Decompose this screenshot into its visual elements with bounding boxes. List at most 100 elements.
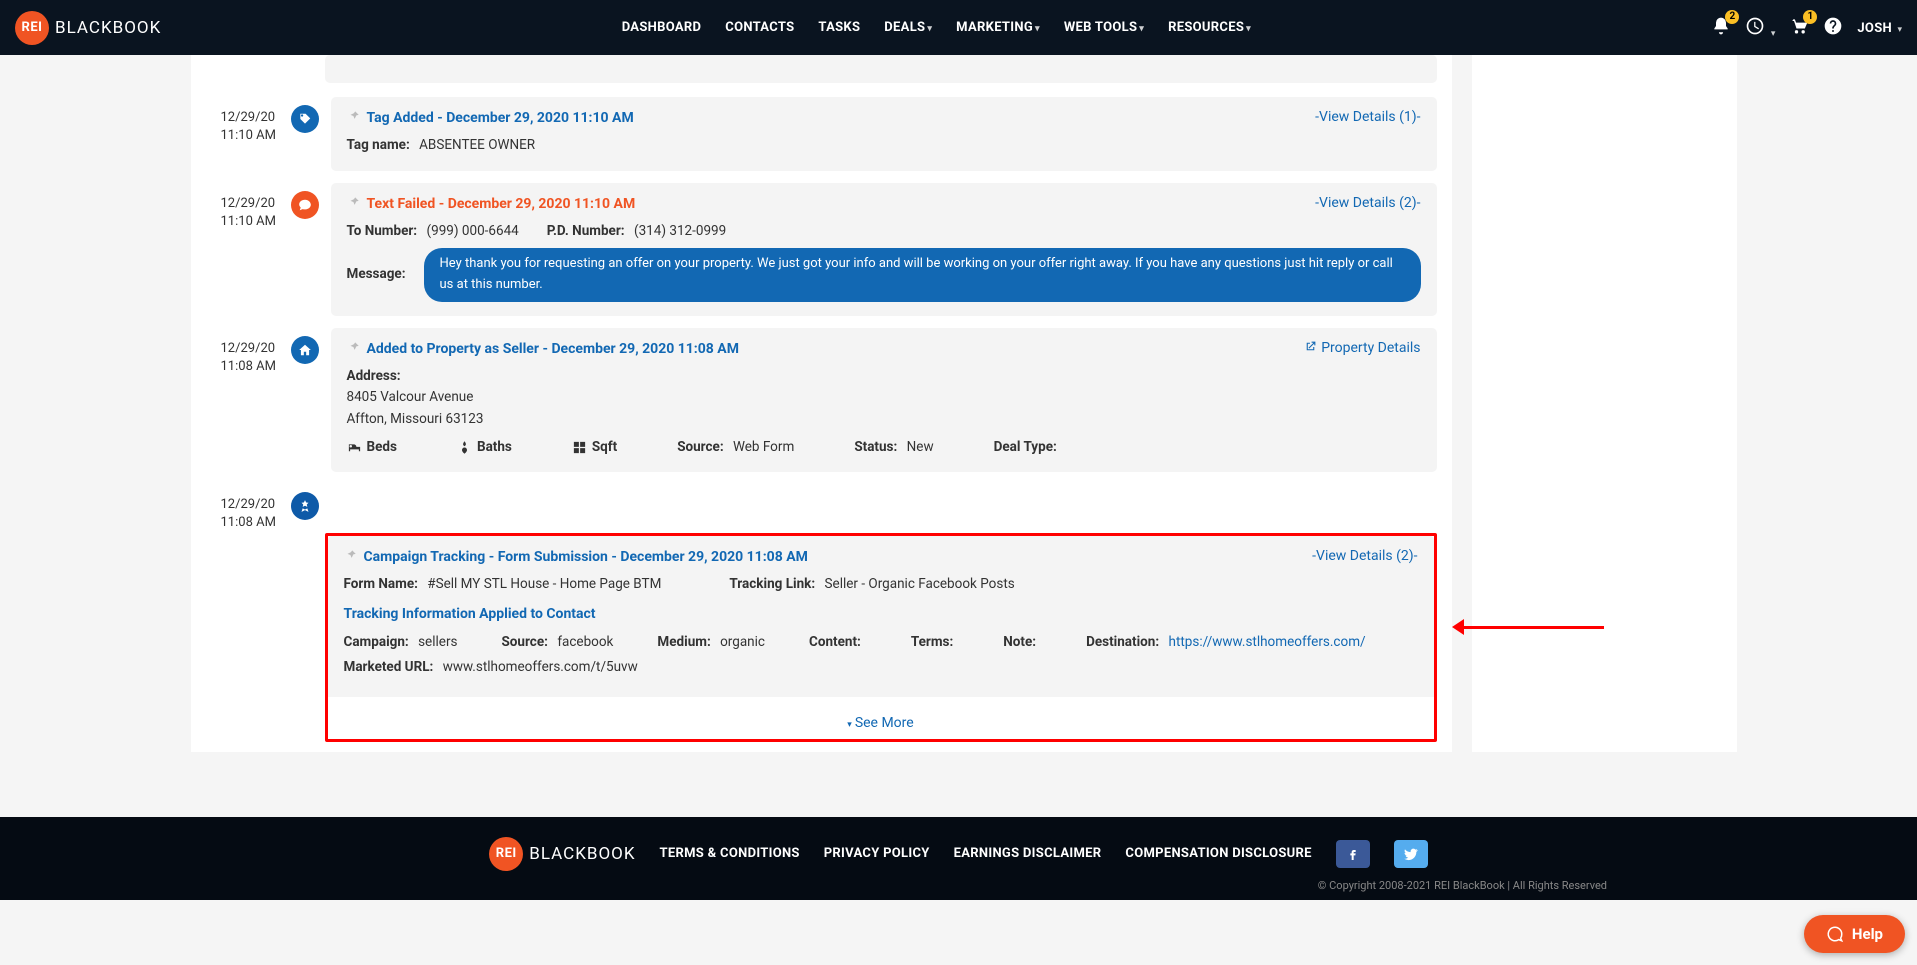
icon-col xyxy=(291,97,319,133)
chevron-down-icon: ▾ xyxy=(927,24,932,34)
medium-label: Medium: xyxy=(657,634,710,650)
card-tag-added: Tag Added - December 29, 2020 11:10 AM -… xyxy=(331,97,1437,171)
card-title: Added to Property as Seller - December 2… xyxy=(367,341,739,357)
nav-contacts[interactable]: CONTACTS xyxy=(725,20,794,35)
timestamp: 12/29/2011:08 AM xyxy=(221,484,279,532)
timeline-item-text: 12/29/2011:10 AM Text Failed - December … xyxy=(191,177,1452,322)
pin-icon[interactable] xyxy=(347,340,361,358)
comment-icon xyxy=(291,191,319,219)
formname-label: Form Name: xyxy=(344,576,418,592)
footer-compensation[interactable]: COMPENSATION DISCLOSURE xyxy=(1125,846,1311,861)
view-details-link[interactable]: -View Details (2)- xyxy=(1312,548,1417,564)
activity-feed: 12/29/2011:10 AM Tag Added - December 29… xyxy=(191,55,1452,752)
pin-icon[interactable] xyxy=(347,195,361,213)
copyright: © Copyright 2008-2021 REI BlackBook | Al… xyxy=(0,871,1917,892)
logo-text: BLACKBOOK xyxy=(55,18,161,38)
footer-earnings[interactable]: EARNINGS DISCLAIMER xyxy=(954,846,1102,861)
source-label: Source: xyxy=(677,439,723,455)
nav-right: 2 ▾ 1 JOSH ▾ xyxy=(1711,16,1902,40)
cart-icon[interactable]: 1 xyxy=(1789,16,1809,40)
nav-deals[interactable]: DEALS▾ xyxy=(884,20,932,35)
campaign-value: sellers xyxy=(418,634,457,650)
pd-number-value: (314) 312-0999 xyxy=(634,223,726,239)
right-sidebar xyxy=(1472,55,1737,752)
view-details-link[interactable]: -View Details (2)- xyxy=(1315,195,1420,211)
dealtype-label: Deal Type: xyxy=(994,439,1057,455)
property-details-link[interactable]: Property Details xyxy=(1304,340,1420,356)
card-title: Text Failed - December 29, 2020 11:10 AM xyxy=(367,196,636,212)
icon-col xyxy=(291,183,319,219)
destination-link[interactable]: https://www.stlhomeoffers.com/ xyxy=(1169,634,1366,650)
footer: REI BLACKBOOK TERMS & CONDITIONS PRIVACY… xyxy=(0,817,1917,900)
source-value: facebook xyxy=(557,634,613,650)
card-campaign-tracking: Campaign Tracking - Form Submission - De… xyxy=(328,536,1434,697)
chevron-down-icon: ▾ xyxy=(1035,24,1040,34)
nav-tasks[interactable]: TASKS xyxy=(818,20,860,35)
source-value: Web Form xyxy=(733,439,794,455)
chevron-down-icon: ▾ xyxy=(1246,24,1251,34)
help-icon[interactable] xyxy=(1823,16,1843,40)
chevron-down-icon: ▾ xyxy=(1771,29,1776,39)
timeline-item-tag: 12/29/2011:10 AM Tag Added - December 29… xyxy=(191,91,1452,177)
triangle-down-icon: ▾ xyxy=(847,720,852,730)
card-title: Campaign Tracking - Form Submission - De… xyxy=(364,549,808,565)
timeline-item-campaign: 12/29/2011:08 AM xyxy=(191,478,1452,532)
to-number-value: (999) 000-6644 xyxy=(426,223,518,239)
bell-icon[interactable]: 2 xyxy=(1711,16,1731,40)
marketedurl-label: Marketed URL: xyxy=(344,659,434,675)
tagname-label: Tag name: xyxy=(347,137,410,153)
footer-terms[interactable]: TERMS & CONDITIONS xyxy=(660,846,800,861)
prev-card-bottom xyxy=(325,55,1437,83)
footer-privacy[interactable]: PRIVACY POLICY xyxy=(824,846,930,861)
status-value: New xyxy=(907,439,934,455)
facebook-button[interactable] xyxy=(1336,840,1370,868)
highlight-annotation: Campaign Tracking - Form Submission - De… xyxy=(325,533,1437,742)
cart-badge: 1 xyxy=(1803,10,1817,24)
user-menu[interactable]: JOSH ▾ xyxy=(1857,20,1902,36)
logo-badge: REI xyxy=(489,837,523,871)
top-navbar: REI BLACKBOOK DASHBOARD CONTACTS TASKS D… xyxy=(0,0,1917,55)
formname-value: #Sell MY STL House - Home Page BTM xyxy=(427,576,661,592)
clock-icon[interactable]: ▾ xyxy=(1745,16,1775,40)
to-number-label: To Number: xyxy=(347,223,418,239)
bell-badge: 2 xyxy=(1725,10,1739,24)
nav-dashboard[interactable]: DASHBOARD xyxy=(622,20,702,35)
icon-col xyxy=(291,328,319,364)
note-label: Note: xyxy=(1003,634,1036,650)
nav-resources[interactable]: RESOURCES▾ xyxy=(1168,20,1251,35)
logo[interactable]: REI BLACKBOOK xyxy=(15,11,161,45)
see-more-button[interactable]: ▾See More xyxy=(328,707,1434,739)
timestamp: 12/29/2011:08 AM xyxy=(221,328,279,376)
trackinglink-label: Tracking Link: xyxy=(729,576,815,592)
twitter-button[interactable] xyxy=(1394,840,1428,868)
pin-icon[interactable] xyxy=(347,109,361,127)
nav-marketing[interactable]: MARKETING▾ xyxy=(956,20,1040,35)
terms-label: Terms: xyxy=(911,634,953,650)
chevron-down-icon: ▾ xyxy=(1897,25,1902,35)
timestamp: 12/29/2011:10 AM xyxy=(221,97,279,145)
message-bubble: Hey thank you for requesting an offer on… xyxy=(424,248,1421,302)
tag-icon xyxy=(291,105,319,133)
icon-col xyxy=(291,484,319,520)
timeline-item-property: 12/29/2011:08 AM Added to Property as Se… xyxy=(191,322,1452,478)
logo-badge: REI xyxy=(15,11,49,45)
page-wrap: 12/29/2011:10 AM Tag Added - December 29… xyxy=(181,55,1737,752)
address-line1: 8405 Valcour Avenue xyxy=(347,387,1421,409)
address-label: Address: xyxy=(347,366,1415,388)
view-details-link[interactable]: -View Details (1)- xyxy=(1315,109,1420,125)
help-button[interactable]: Help xyxy=(1804,915,1905,953)
tagname-value: ABSENTEE OWNER xyxy=(419,137,535,153)
logo-text: BLACKBOOK xyxy=(529,844,635,864)
home-icon xyxy=(291,336,319,364)
trackinglink-value: Seller - Organic Facebook Posts xyxy=(825,576,1015,592)
main-nav: DASHBOARD CONTACTS TASKS DEALS▾ MARKETIN… xyxy=(622,20,1251,35)
nav-webtools[interactable]: WEB TOOLS▾ xyxy=(1064,20,1144,35)
content-label: Content: xyxy=(809,634,861,650)
footer-logo[interactable]: REI BLACKBOOK xyxy=(489,837,635,871)
destination-label: Destination: xyxy=(1086,634,1159,650)
sqft-label: Sqft xyxy=(572,437,617,459)
medium-value: organic xyxy=(720,634,765,650)
timestamp: 12/29/2011:10 AM xyxy=(221,183,279,231)
pin-icon[interactable] xyxy=(344,548,358,566)
campaign-label: Campaign: xyxy=(344,634,409,650)
